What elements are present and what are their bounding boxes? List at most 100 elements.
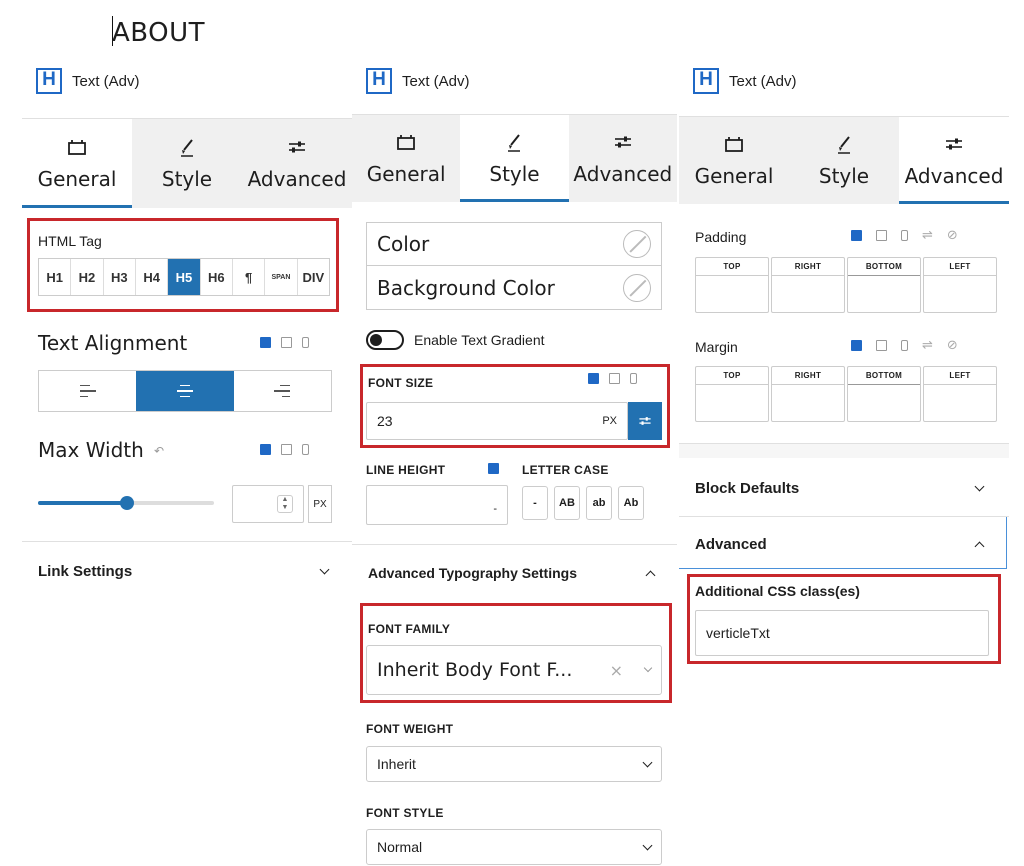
tablet-icon[interactable]	[876, 229, 887, 241]
tab-advanced[interactable]: Advanced	[899, 117, 1009, 204]
link-icon[interactable]: ⊘	[947, 337, 958, 353]
html-tag-h3[interactable]: H3	[104, 259, 136, 295]
advanced-typography-header[interactable]: Advanced Typography Settings	[368, 565, 656, 581]
max-width-unit[interactable]: PX	[308, 485, 332, 523]
font-size-unit[interactable]: PX	[602, 415, 617, 427]
tab-advanced-label: Advanced	[573, 161, 673, 186]
block-defaults-label: Block Defaults	[695, 480, 800, 497]
tab-style[interactable]: Style	[460, 115, 569, 202]
margin-left[interactable]: LEFT	[923, 366, 997, 422]
slider-handle[interactable]	[120, 496, 134, 510]
desktop-icon[interactable]	[488, 463, 499, 474]
tab-general[interactable]: General	[22, 119, 132, 208]
html-tag-selector: H1 H2 H3 H4 H5 H6 ¶ SPAN DIV	[38, 258, 330, 296]
align-right-button[interactable]	[234, 371, 331, 411]
html-tag-h1[interactable]: H1	[39, 259, 72, 295]
align-left-button[interactable]	[39, 371, 136, 411]
letter-case-capitalize[interactable]: Ab	[618, 486, 644, 520]
desktop-icon[interactable]	[260, 337, 271, 348]
html-tag-p[interactable]: ¶	[233, 259, 266, 295]
font-size-settings-button[interactable]	[628, 402, 662, 440]
letter-case-none[interactable]: -	[522, 486, 548, 520]
block-h-icon: H	[36, 68, 62, 94]
tablet-icon[interactable]	[281, 337, 292, 348]
font-size-input[interactable]: 23 PX	[366, 402, 628, 440]
clear-color-icon[interactable]	[623, 230, 651, 258]
link-icon[interactable]: ⊘	[947, 227, 958, 243]
desktop-icon[interactable]	[588, 373, 599, 384]
text-gradient-toggle[interactable]	[366, 330, 404, 350]
font-weight-select[interactable]: Inherit	[366, 746, 662, 782]
tab-style[interactable]: Style	[132, 119, 242, 208]
block-defaults-header[interactable]: Block Defaults	[695, 480, 985, 497]
clear-color-icon[interactable]	[623, 273, 651, 302]
mobile-icon[interactable]	[302, 337, 309, 348]
desktop-icon[interactable]	[851, 339, 862, 351]
link-settings-header[interactable]: Link Settings	[38, 563, 330, 580]
text-alignment-group	[38, 370, 332, 412]
letter-case-lower[interactable]: ab	[586, 486, 612, 520]
max-width-slider[interactable]	[38, 496, 214, 510]
mobile-icon[interactable]	[630, 373, 637, 384]
clear-icon[interactable]: ×	[610, 661, 623, 680]
letter-case-upper[interactable]: AB	[554, 486, 580, 520]
text-gradient-row: Enable Text Gradient	[366, 330, 545, 350]
html-tag-div[interactable]: DIV	[298, 259, 329, 295]
block-name: Text (Adv)	[402, 72, 470, 90]
tab-general[interactable]: General	[679, 117, 789, 204]
tablet-icon[interactable]	[609, 373, 620, 384]
html-tag-h4[interactable]: H4	[136, 259, 169, 295]
max-width-label: Max Width	[38, 438, 144, 462]
html-tag-span[interactable]: SPAN	[265, 259, 298, 295]
chevron-down-icon	[643, 663, 653, 673]
padding-left[interactable]: LEFT	[923, 257, 997, 313]
margin-bottom[interactable]: BOTTOM	[847, 366, 921, 422]
margin-top[interactable]: TOP	[695, 366, 769, 422]
css-class-label: Additional CSS class(es)	[695, 583, 860, 599]
chevron-up-icon	[974, 541, 985, 552]
color-row[interactable]: Color	[366, 222, 662, 266]
align-center-button[interactable]	[136, 371, 234, 411]
advanced-header-content[interactable]: Advanced	[695, 536, 985, 553]
sliders-icon	[639, 417, 651, 425]
margin-right[interactable]: RIGHT	[771, 366, 845, 422]
slider-fill	[38, 501, 126, 505]
tab-style[interactable]: Style	[789, 117, 899, 204]
tablet-icon[interactable]	[876, 339, 887, 351]
tab-advanced-label: Advanced	[247, 166, 347, 191]
background-color-row[interactable]: Background Color	[366, 266, 662, 310]
html-tag-h2[interactable]: H2	[71, 259, 104, 295]
reset-icon[interactable]: ↶	[154, 444, 164, 458]
margin-label: Margin	[695, 339, 738, 355]
mobile-icon[interactable]	[901, 339, 908, 351]
line-height-input[interactable]: -	[366, 485, 508, 525]
spinner-icon[interactable]: ▲ ▼	[277, 495, 293, 513]
margin-inputs: TOP RIGHT BOTTOM LEFT	[695, 366, 997, 422]
font-family-select[interactable]: Inherit Body Font F... ×	[366, 645, 662, 695]
divider	[22, 541, 352, 542]
padding-bottom-label: BOTTOM	[848, 258, 920, 276]
css-class-input[interactable]: verticleTxt	[695, 610, 989, 656]
line-height-unit[interactable]: -	[493, 503, 497, 515]
font-style-select[interactable]: Normal	[366, 829, 662, 865]
tab-advanced[interactable]: Advanced	[568, 115, 677, 202]
page-heading[interactable]: ABOUT	[112, 18, 205, 48]
tab-general[interactable]: General	[352, 115, 461, 202]
padding-bottom[interactable]: BOTTOM	[847, 257, 921, 313]
tab-advanced[interactable]: Advanced	[242, 119, 352, 208]
tablet-icon[interactable]	[281, 444, 292, 455]
sliders-icon[interactable]: ⇌	[922, 227, 933, 243]
mobile-icon[interactable]	[302, 444, 309, 455]
html-tag-h5[interactable]: H5	[168, 259, 201, 295]
chevron-down-icon	[642, 757, 653, 767]
html-tag-h6[interactable]: H6	[201, 259, 233, 295]
sliders-icon[interactable]: ⇌	[922, 337, 933, 353]
desktop-icon[interactable]	[851, 229, 862, 241]
layout-icon	[397, 134, 416, 150]
padding-right[interactable]: RIGHT	[771, 257, 845, 313]
mobile-icon[interactable]	[901, 229, 908, 241]
padding-top[interactable]: TOP	[695, 257, 769, 313]
desktop-icon[interactable]	[260, 444, 271, 455]
html-tag-label: HTML Tag	[38, 233, 102, 249]
max-width-input[interactable]: ▲ ▼	[232, 485, 304, 523]
